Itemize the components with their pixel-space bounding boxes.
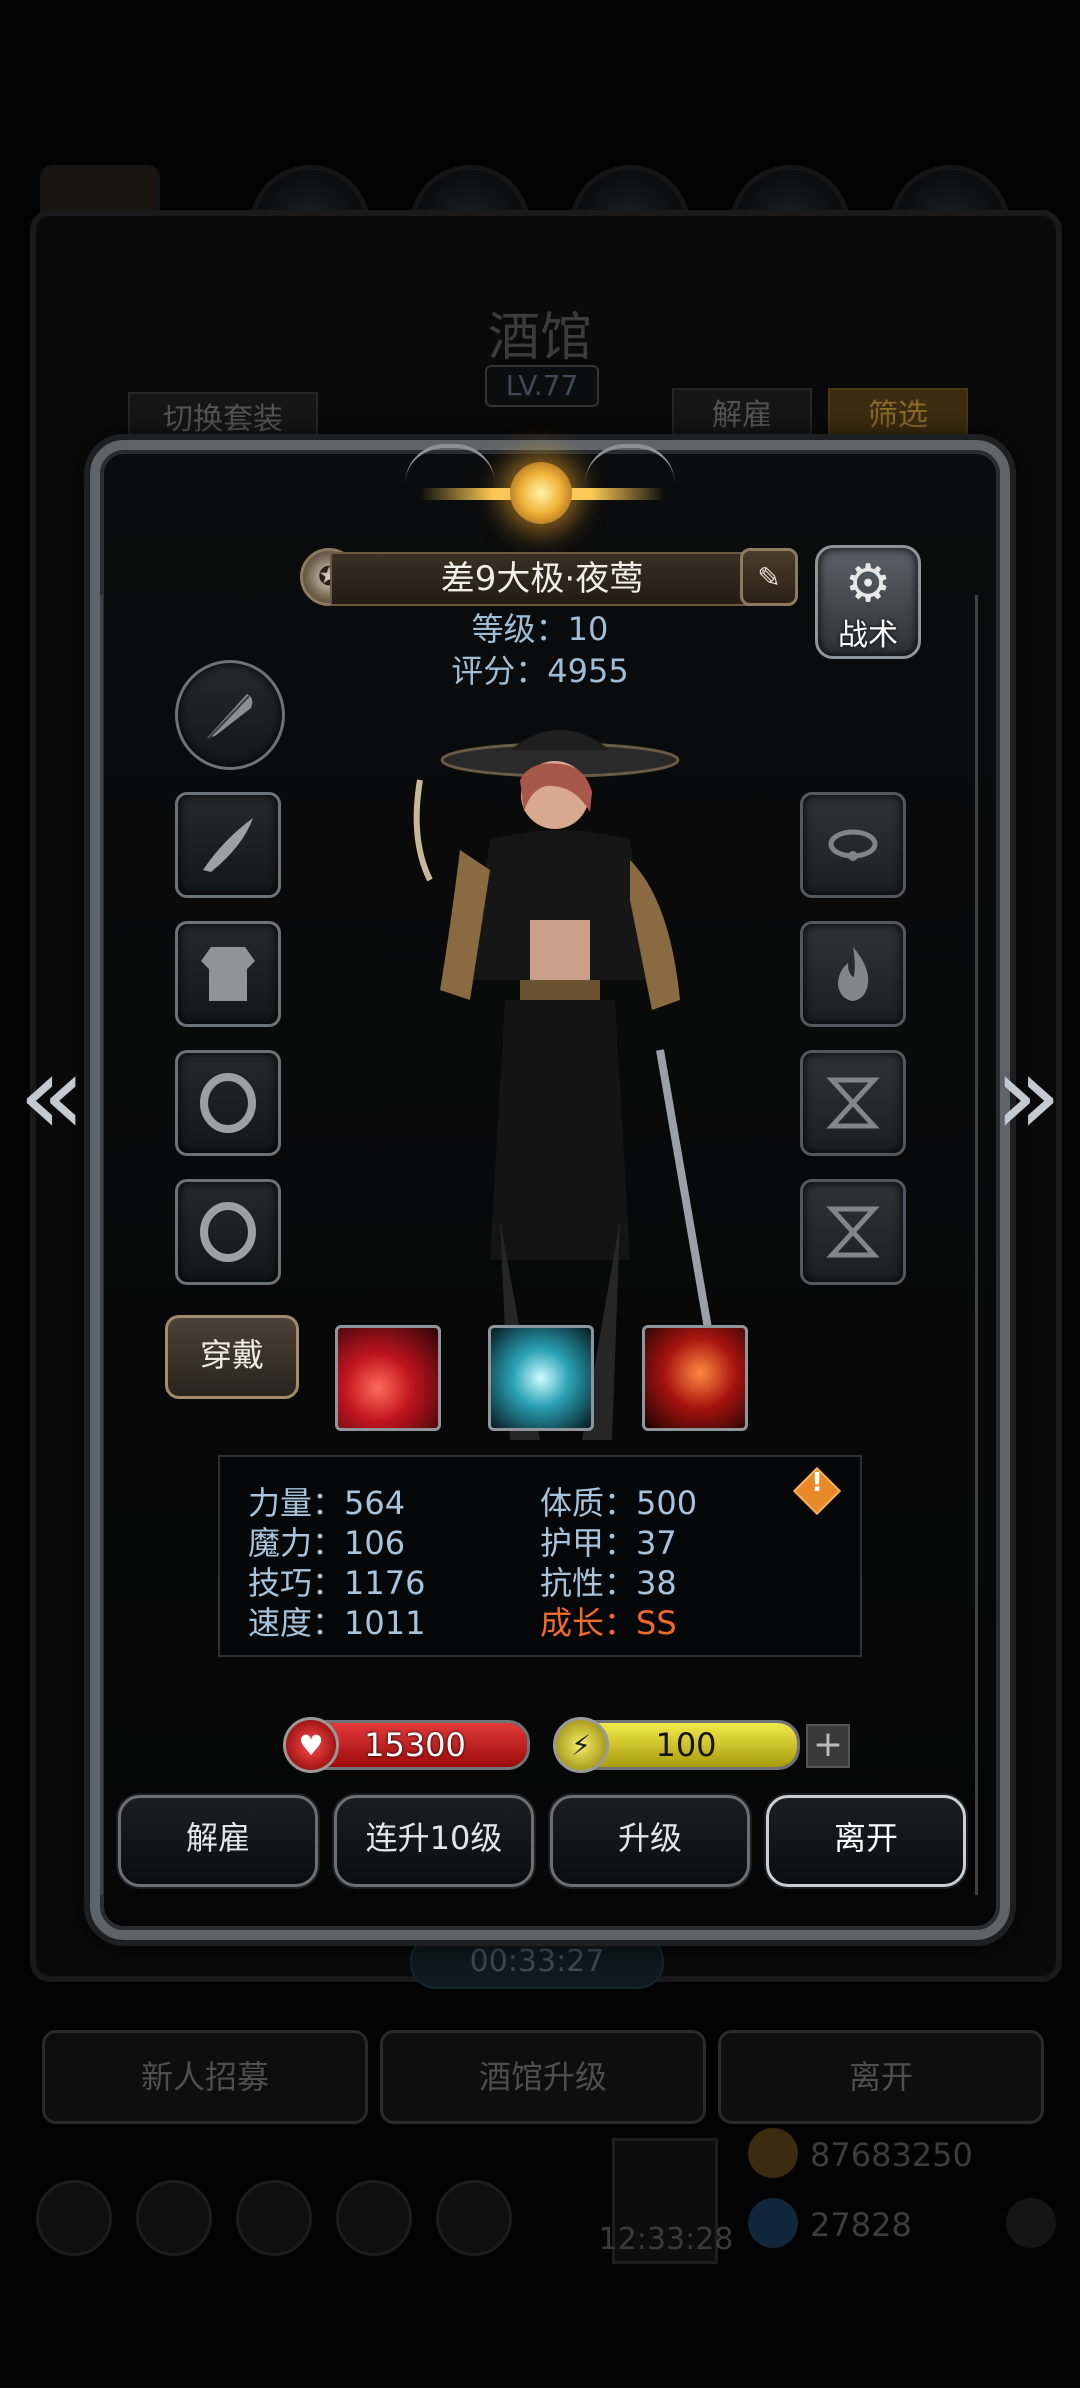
- panel-border-right: [975, 595, 978, 1895]
- warning-mark: !: [811, 1468, 823, 1498]
- armor-icon: [201, 947, 255, 1001]
- feather-slot[interactable]: [175, 660, 285, 770]
- bottom-nav-icon[interactable]: [236, 2180, 312, 2256]
- ring-icon: [200, 1202, 256, 1262]
- background-timer: 00:33:27: [410, 1935, 664, 1989]
- filter-button[interactable]: 筛选: [828, 388, 968, 444]
- bottom-nav-icon[interactable]: [36, 2180, 112, 2256]
- ring-slot-2[interactable]: [175, 1179, 281, 1285]
- hourglass-icon: [826, 1206, 880, 1258]
- weapon-slot[interactable]: [175, 792, 281, 898]
- tactic-label: 战术: [838, 618, 898, 653]
- previous-hero-arrow-icon[interactable]: «: [12, 1040, 92, 1150]
- hero-name: 差9大极·夜莺: [330, 552, 754, 606]
- skill-spear-icon[interactable]: [642, 1325, 748, 1431]
- gear-icon: ⚙: [844, 554, 892, 614]
- leave-button[interactable]: 离开: [766, 1795, 966, 1887]
- background-leave-button[interactable]: 离开: [718, 2030, 1044, 2124]
- necklace-icon: [828, 829, 878, 861]
- gem-amount: 27828: [810, 2206, 912, 2244]
- edit-name-icon[interactable]: ✎: [740, 548, 798, 606]
- level-up-10-button[interactable]: 连升10级: [334, 1795, 534, 1887]
- wear-button[interactable]: 穿戴: [165, 1315, 299, 1399]
- gem-icon: [748, 2198, 798, 2248]
- skill-slash-icon[interactable]: [335, 1325, 441, 1431]
- armor-slot[interactable]: [175, 921, 281, 1027]
- dismiss-button[interactable]: 解雇: [118, 1795, 318, 1887]
- bottom-nav-icon[interactable]: [436, 2180, 512, 2256]
- background-dismiss-button[interactable]: 解雇: [672, 388, 812, 444]
- tavern-upgrade-button[interactable]: 酒馆升级: [380, 2030, 706, 2124]
- hero-score: 评分：4955: [451, 652, 629, 690]
- skill-whirlwind-icon[interactable]: [488, 1325, 594, 1431]
- flame-icon: [838, 947, 869, 1001]
- recruit-button[interactable]: 新人招募: [42, 2030, 368, 2124]
- next-hero-arrow-icon[interactable]: »: [988, 1040, 1068, 1150]
- add-energy-button[interactable]: +: [806, 1724, 850, 1768]
- dagger-icon: [203, 818, 253, 872]
- lightning-icon: ⚡: [553, 1717, 609, 1773]
- flame-slot[interactable]: [800, 921, 906, 1027]
- gold-coin-icon: [748, 2128, 798, 2178]
- gold-amount: 87683250: [810, 2136, 973, 2174]
- gift-timer: 12:33:28: [598, 2222, 734, 2257]
- panel-border-left: [100, 595, 103, 1895]
- rune-slot-2[interactable]: [800, 1179, 906, 1285]
- rank-emblem-icon: [510, 462, 572, 524]
- feather-icon: [207, 694, 253, 739]
- attr-growth: 成长：SS: [540, 1604, 677, 1642]
- ring-slot-1[interactable]: [175, 1050, 281, 1156]
- background-title: 酒馆: [487, 308, 592, 368]
- tactic-button[interactable]: ⚙ 战术: [815, 545, 921, 659]
- attr-speed: 速度：1011: [248, 1604, 426, 1642]
- upgrade-button[interactable]: 升级: [550, 1795, 750, 1887]
- bottom-nav-icon[interactable]: [336, 2180, 412, 2256]
- heart-icon: ♥: [283, 1717, 339, 1773]
- plus-circle-icon[interactable]: [1006, 2198, 1056, 2248]
- background-level: LV.77: [485, 365, 599, 407]
- ring-icon: [200, 1073, 256, 1133]
- bottom-nav-icon[interactable]: [136, 2180, 212, 2256]
- hourglass-icon: [826, 1077, 880, 1129]
- rune-slot-1[interactable]: [800, 1050, 906, 1156]
- amulet-slot[interactable]: [800, 792, 906, 898]
